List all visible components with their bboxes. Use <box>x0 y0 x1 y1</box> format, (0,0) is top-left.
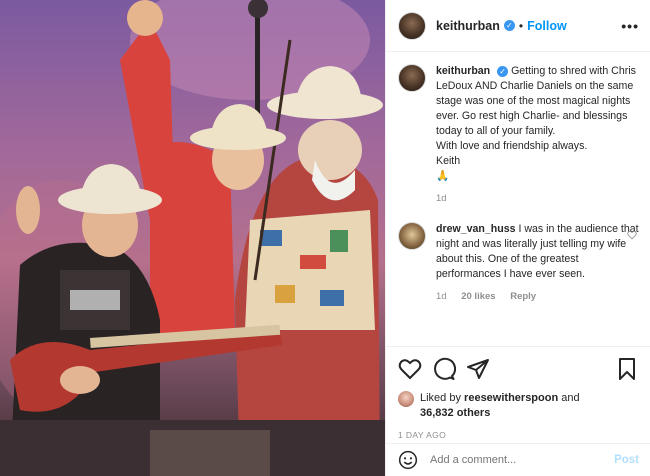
likes-summary: Liked by reesewitherspoon and 36,832 oth… <box>398 391 639 421</box>
action-icons <box>398 355 639 383</box>
liker-username[interactable]: reesewitherspoon <box>464 392 558 404</box>
likes-and: and <box>561 392 580 404</box>
comment-likes[interactable]: 20 likes <box>461 291 495 302</box>
emoji-icon[interactable] <box>398 450 418 470</box>
comment-age[interactable]: 1d <box>436 291 447 302</box>
post-actions: Liked by reesewitherspoon and 36,832 oth… <box>386 346 650 440</box>
add-comment-bar: Post <box>386 443 650 476</box>
post-sidebar: keithurban ✓ • Follow ••• keithurban ✓ G… <box>385 0 650 476</box>
share-icon[interactable] <box>466 357 490 381</box>
caption-line-3: Keith <box>436 155 461 167</box>
caption-author-avatar[interactable] <box>398 64 426 92</box>
comment-icon[interactable] <box>432 357 456 381</box>
heart-icon[interactable] <box>398 357 422 381</box>
follow-button[interactable]: Follow <box>527 19 567 33</box>
concert-photo-illustration <box>0 0 385 476</box>
comment-input[interactable] <box>430 454 615 466</box>
likes-text: Liked by reesewitherspoon and 36,832 oth… <box>420 391 580 421</box>
comment-body: drew_van_huss I was in the audience that… <box>436 222 639 304</box>
post-photo[interactable] <box>0 0 385 476</box>
caption-line-2: With love and friendship always. <box>436 140 588 152</box>
caption-username[interactable]: keithurban <box>436 65 490 77</box>
verified-badge-icon: ✓ <box>503 20 515 31</box>
caption-emoji: 🙏 <box>436 170 450 182</box>
liker-avatar[interactable] <box>398 391 414 407</box>
comment-meta: 1d 20 likes Reply <box>436 289 639 304</box>
comments-list: keithurban ✓ Getting to shred with Chris… <box>386 64 650 304</box>
caption-age[interactable]: 1d <box>436 193 447 204</box>
caption-verified-badge-icon: ✓ <box>497 65 509 77</box>
reply-button[interactable]: Reply <box>510 291 536 302</box>
likes-others[interactable]: 36,832 others <box>420 407 490 419</box>
author-username[interactable]: keithurban <box>436 19 500 33</box>
caption: keithurban ✓ Getting to shred with Chris… <box>398 64 639 206</box>
comment-item: drew_van_huss I was in the audience that… <box>398 222 639 304</box>
post-timestamp[interactable]: 1 DAY AGO <box>398 430 639 440</box>
commenter-username[interactable]: drew_van_huss <box>436 223 516 235</box>
post-header: keithurban ✓ • Follow ••• <box>386 0 650 52</box>
post-comment-button[interactable]: Post <box>614 454 639 466</box>
caption-meta: 1d <box>436 191 639 206</box>
commenter-avatar[interactable] <box>398 222 426 250</box>
likes-prefix: Liked by <box>420 392 461 404</box>
comment-like-heart-icon[interactable] <box>627 230 637 240</box>
separator-dot: • <box>518 18 524 33</box>
more-options-icon[interactable]: ••• <box>621 18 639 34</box>
bookmark-icon[interactable] <box>615 357 639 381</box>
caption-body: keithurban ✓ Getting to shred with Chris… <box>436 64 639 206</box>
author-avatar[interactable] <box>398 11 426 40</box>
